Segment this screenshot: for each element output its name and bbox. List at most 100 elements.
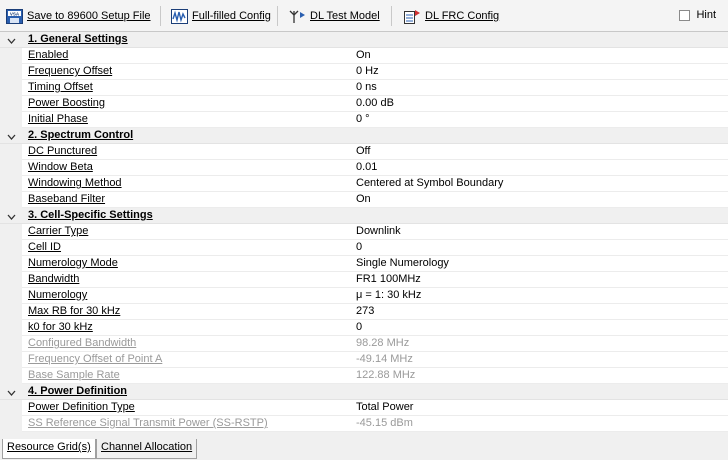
frc-config-icon bbox=[404, 9, 421, 24]
property-value[interactable]: On bbox=[356, 193, 371, 205]
row-gutter bbox=[0, 256, 22, 272]
property-value[interactable]: 0.01 bbox=[356, 161, 377, 173]
waveform-config-icon bbox=[171, 8, 188, 24]
property-name: Base Sample Rate bbox=[28, 369, 120, 381]
chevron-down-icon[interactable] bbox=[7, 212, 16, 220]
dl-test-model-button[interactable]: DL Test Model bbox=[289, 7, 380, 25]
property-name: Configured Bandwidth bbox=[28, 337, 137, 349]
row-gutter bbox=[0, 224, 22, 240]
property-row[interactable]: Windowing Method Centered at Symbol Bound… bbox=[0, 176, 728, 192]
property-value[interactable]: 0 Hz bbox=[356, 65, 379, 77]
save-setup-button[interactable]: VSA Save to 89600 Setup File bbox=[6, 7, 151, 25]
toolbar-separator bbox=[391, 6, 392, 26]
row-gutter bbox=[0, 80, 22, 96]
section-header[interactable]: 1. General Settings bbox=[0, 32, 728, 48]
property-row[interactable]: Window Beta 0.01 bbox=[0, 160, 728, 176]
dl-test-model-label: DL Test Model bbox=[310, 10, 380, 22]
property-value[interactable]: FR1 100MHz bbox=[356, 273, 421, 285]
row-gutter bbox=[0, 176, 22, 192]
property-name: SS Reference Signal Transmit Power (SS-R… bbox=[28, 417, 268, 429]
property-row[interactable]: DC Punctured Off bbox=[0, 144, 728, 160]
property-row[interactable]: Bandwidth FR1 100MHz bbox=[0, 272, 728, 288]
row-gutter bbox=[0, 112, 22, 128]
property-row[interactable]: Power Boosting 0.00 dB bbox=[0, 96, 728, 112]
antenna-icon bbox=[289, 9, 306, 24]
property-value: -45.15 dBm bbox=[356, 417, 413, 429]
bottom-tab-bar: Resource Grid(s) Channel Allocation bbox=[0, 438, 728, 460]
property-value: 98.28 MHz bbox=[356, 337, 410, 349]
dl-frc-config-label: DL FRC Config bbox=[425, 10, 500, 22]
property-name: k0 for 30 kHz bbox=[28, 321, 93, 333]
chevron-down-icon[interactable] bbox=[7, 132, 16, 140]
chevron-down-icon[interactable] bbox=[7, 36, 16, 44]
property-row[interactable]: Initial Phase 0 ° bbox=[0, 112, 728, 128]
row-gutter bbox=[0, 288, 22, 304]
save-setup-label: Save to 89600 Setup File bbox=[27, 10, 151, 22]
property-value[interactable]: Downlink bbox=[356, 225, 401, 237]
property-name: Cell ID bbox=[28, 241, 62, 253]
full-filled-config-label: Full-filled Config bbox=[192, 10, 271, 22]
row-gutter bbox=[0, 64, 22, 80]
hint-label: Hint bbox=[696, 9, 716, 21]
property-value[interactable]: Total Power bbox=[356, 401, 413, 413]
row-gutter bbox=[0, 160, 22, 176]
hint-checkbox[interactable]: Hint bbox=[679, 9, 716, 21]
property-name: Window Beta bbox=[28, 161, 93, 173]
property-value[interactable]: μ = 1: 30 kHz bbox=[356, 289, 421, 301]
property-row[interactable]: Numerology μ = 1: 30 kHz bbox=[0, 288, 728, 304]
section-title: 4. Power Definition bbox=[28, 385, 128, 397]
chevron-down-icon[interactable] bbox=[7, 388, 16, 396]
row-gutter bbox=[0, 320, 22, 336]
property-name: Baseband Filter bbox=[28, 193, 106, 205]
row-gutter bbox=[0, 416, 22, 432]
property-value[interactable]: Off bbox=[356, 145, 370, 157]
property-row[interactable]: Numerology Mode Single Numerology bbox=[0, 256, 728, 272]
property-name: Power Boosting bbox=[28, 97, 106, 109]
property-value[interactable]: 0.00 dB bbox=[356, 97, 394, 109]
property-row[interactable]: Power Definition Type Total Power bbox=[0, 400, 728, 416]
full-filled-config-button[interactable]: Full-filled Config bbox=[171, 7, 271, 25]
property-name: Numerology bbox=[28, 289, 88, 301]
section-header[interactable]: 3. Cell-Specific Settings bbox=[0, 208, 728, 224]
tab-channel-allocation[interactable]: Channel Allocation bbox=[96, 439, 198, 459]
section-title: 1. General Settings bbox=[28, 33, 128, 45]
property-row[interactable]: Carrier Type Downlink bbox=[0, 224, 728, 240]
property-value[interactable]: On bbox=[356, 49, 371, 61]
property-value: -49.14 MHz bbox=[356, 353, 413, 365]
property-row[interactable]: Cell ID 0 bbox=[0, 240, 728, 256]
row-gutter bbox=[0, 272, 22, 288]
row-gutter bbox=[0, 304, 22, 320]
property-value[interactable]: 0 bbox=[356, 241, 362, 253]
property-name: Max RB for 30 kHz bbox=[28, 305, 121, 317]
property-row[interactable]: Baseband Filter On bbox=[0, 192, 728, 208]
row-gutter bbox=[0, 368, 22, 384]
property-row[interactable]: k0 for 30 kHz 0 bbox=[0, 320, 728, 336]
property-row: Base Sample Rate 122.88 MHz bbox=[0, 368, 728, 384]
property-name: Windowing Method bbox=[28, 177, 122, 189]
property-value[interactable]: 273 bbox=[356, 305, 374, 317]
property-row[interactable]: Enabled On bbox=[0, 48, 728, 64]
section-header[interactable]: 4. Power Definition bbox=[0, 384, 728, 400]
property-value[interactable]: Single Numerology bbox=[356, 257, 449, 269]
property-row[interactable]: Max RB for 30 kHz 273 bbox=[0, 304, 728, 320]
property-name: Timing Offset bbox=[28, 81, 93, 93]
hint-checkbox-box[interactable] bbox=[679, 9, 691, 21]
section-header[interactable]: 2. Spectrum Control bbox=[0, 128, 728, 144]
property-name: Enabled bbox=[28, 49, 69, 61]
property-name: DC Punctured bbox=[28, 145, 98, 157]
property-row[interactable]: Timing Offset 0 ns bbox=[0, 80, 728, 96]
row-gutter bbox=[0, 96, 22, 112]
property-value[interactable]: 0 ° bbox=[356, 113, 370, 125]
property-row: SS Reference Signal Transmit Power (SS-R… bbox=[0, 416, 728, 432]
row-gutter bbox=[0, 336, 22, 352]
toolbar-separator bbox=[277, 6, 278, 26]
save-icon: VSA bbox=[6, 8, 23, 24]
property-name: Frequency Offset bbox=[28, 65, 113, 77]
property-row[interactable]: Frequency Offset 0 Hz bbox=[0, 64, 728, 80]
tab-resource-grids[interactable]: Resource Grid(s) bbox=[2, 439, 96, 459]
property-value[interactable]: Centered at Symbol Boundary bbox=[356, 177, 503, 189]
dl-frc-config-button[interactable]: DL FRC Config bbox=[404, 7, 499, 25]
property-value[interactable]: 0 ns bbox=[356, 81, 377, 93]
property-row: Frequency Offset of Point A -49.14 MHz bbox=[0, 352, 728, 368]
property-value[interactable]: 0 bbox=[356, 321, 362, 333]
